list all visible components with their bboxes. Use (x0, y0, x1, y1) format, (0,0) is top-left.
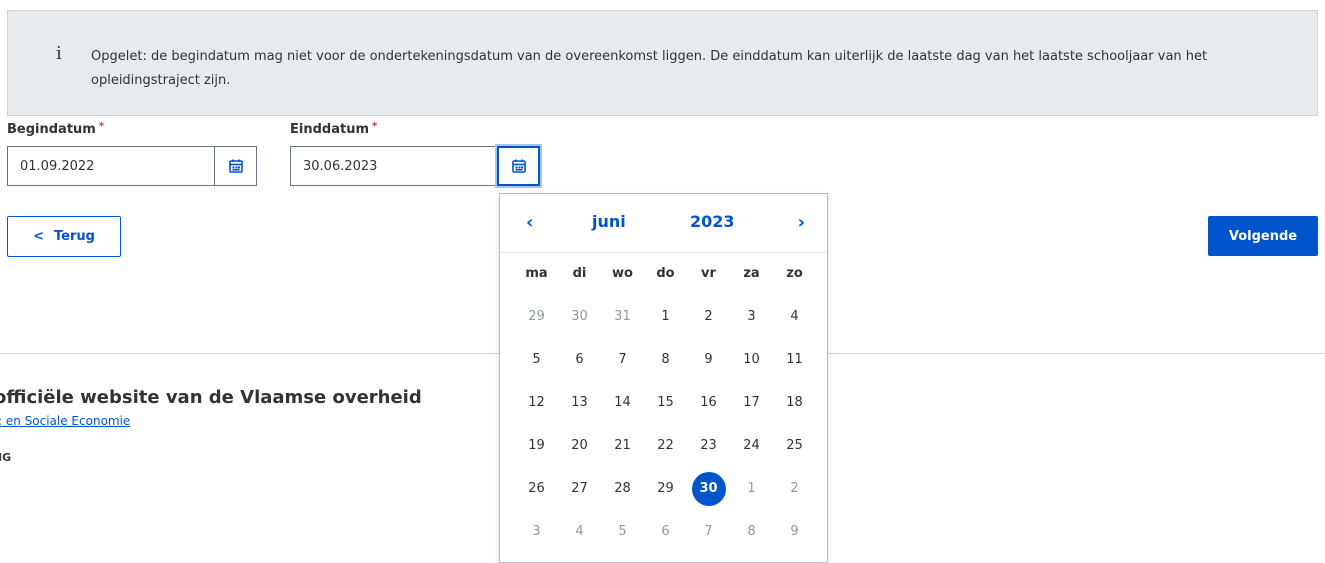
calendar-day[interactable]: 19 (515, 424, 558, 467)
calendar-day[interactable]: 3 (730, 295, 773, 338)
calendar-day[interactable]: 1 (644, 295, 687, 338)
weekday-header: vr (701, 266, 716, 281)
calendar-day[interactable]: 27 (558, 467, 601, 510)
einddatum-calendar-button[interactable] (497, 146, 540, 186)
calendar-day[interactable]: 24 (730, 424, 773, 467)
footer-title: officiële website van de Vlaamse overhei… (0, 387, 422, 408)
einddatum-input[interactable]: 30.06.2023 (290, 146, 498, 186)
calendar-day[interactable]: 14 (601, 381, 644, 424)
calendar-day[interactable]: 9 (687, 338, 730, 381)
calendar-day[interactable]: 22 (644, 424, 687, 467)
calendar-day[interactable]: 6 (558, 338, 601, 381)
calendar-day[interactable]: 31 (601, 295, 644, 338)
selected-day-label: 30 (691, 471, 726, 506)
calendar-day[interactable]: 4 (558, 510, 601, 553)
next-button[interactable]: Volgende (1208, 216, 1318, 256)
month-select[interactable]: juni (592, 212, 626, 231)
info-notice-text: Opgelet: de begindatum mag niet voor de … (91, 49, 1208, 88)
calendar-day[interactable]: 21 (601, 424, 644, 467)
calendar-day[interactable]: 16 (687, 381, 730, 424)
calendar-day[interactable]: 5 (515, 338, 558, 381)
calendar-day[interactable]: 20 (558, 424, 601, 467)
calendar-day[interactable]: 12 (515, 381, 558, 424)
calendar-day[interactable]: 10 (730, 338, 773, 381)
calendar-icon (228, 159, 243, 173)
calendar-icon (511, 159, 526, 173)
info-notice: i Opgelet: de begindatum mag niet voor d… (7, 10, 1318, 116)
calendar-day[interactable]: 29 (644, 467, 687, 510)
datepicker-popup: ‹ juni 2023 › ma di wo do vr za zo 29 30 31 1 2 3 4 5 6… (499, 193, 828, 563)
calendar-day[interactable]: 13 (558, 381, 601, 424)
footer-logo-text: IG (0, 451, 12, 464)
weekday-header: zo (786, 266, 803, 281)
begindatum-input[interactable]: 01.09.2022 (7, 146, 215, 186)
calendar-day[interactable]: 8 (730, 510, 773, 553)
calendar-day[interactable]: 18 (773, 381, 816, 424)
weekday-header: wo (612, 266, 633, 281)
weekday-header: ma (525, 266, 548, 281)
footer-department-link[interactable]: : en Sociale Economie (0, 414, 130, 428)
back-button[interactable]: < Terug (7, 216, 121, 257)
calendar-day[interactable]: 25 (773, 424, 816, 467)
calendar-day[interactable]: 6 (644, 510, 687, 553)
weekday-header: za (743, 266, 760, 281)
begindatum-label-text: Begindatum (7, 122, 96, 137)
calendar-day[interactable]: 7 (687, 510, 730, 553)
calendar-day[interactable]: 23 (687, 424, 730, 467)
datepicker-grid: ma di wo do vr za zo 29 30 31 1 2 3 4 5 6 7 8 9 10 11 12 13 14 1… (515, 252, 816, 553)
required-marker: * (98, 121, 105, 132)
calendar-day[interactable]: 2 (687, 295, 730, 338)
calendar-day[interactable]: 26 (515, 467, 558, 510)
calendar-day[interactable]: 9 (773, 510, 816, 553)
next-month-button[interactable]: › (798, 212, 805, 233)
chevron-left-icon: < (33, 229, 44, 244)
calendar-day[interactable]: 7 (601, 338, 644, 381)
calendar-day[interactable]: 15 (644, 381, 687, 424)
calendar-day[interactable]: 3 (515, 510, 558, 553)
calendar-day[interactable]: 8 (644, 338, 687, 381)
calendar-day[interactable]: 2 (773, 467, 816, 510)
calendar-day[interactable]: 1 (730, 467, 773, 510)
calendar-day[interactable]: 4 (773, 295, 816, 338)
calendar-day[interactable]: 17 (730, 381, 773, 424)
calendar-day[interactable]: 11 (773, 338, 816, 381)
prev-month-button[interactable]: ‹ (526, 212, 533, 233)
calendar-day[interactable]: 28 (601, 467, 644, 510)
calendar-day[interactable]: 30 (558, 295, 601, 338)
selected-day[interactable]: 30 (687, 467, 730, 510)
datepicker-header: ‹ juni 2023 › (500, 194, 827, 253)
einddatum-label: Einddatum * (290, 121, 377, 137)
back-button-label: Terug (53, 229, 95, 244)
weekday-header: di (572, 266, 587, 281)
weekday-header: do (656, 266, 675, 281)
calendar-day[interactable]: 5 (601, 510, 644, 553)
begindatum-calendar-button[interactable] (214, 146, 257, 186)
calendar-day[interactable]: 29 (515, 295, 558, 338)
begindatum-label: Begindatum * (7, 121, 104, 137)
einddatum-label-text: Einddatum (290, 122, 369, 137)
info-icon: i (56, 43, 62, 64)
required-marker: * (372, 121, 378, 132)
year-select[interactable]: 2023 (690, 212, 735, 231)
